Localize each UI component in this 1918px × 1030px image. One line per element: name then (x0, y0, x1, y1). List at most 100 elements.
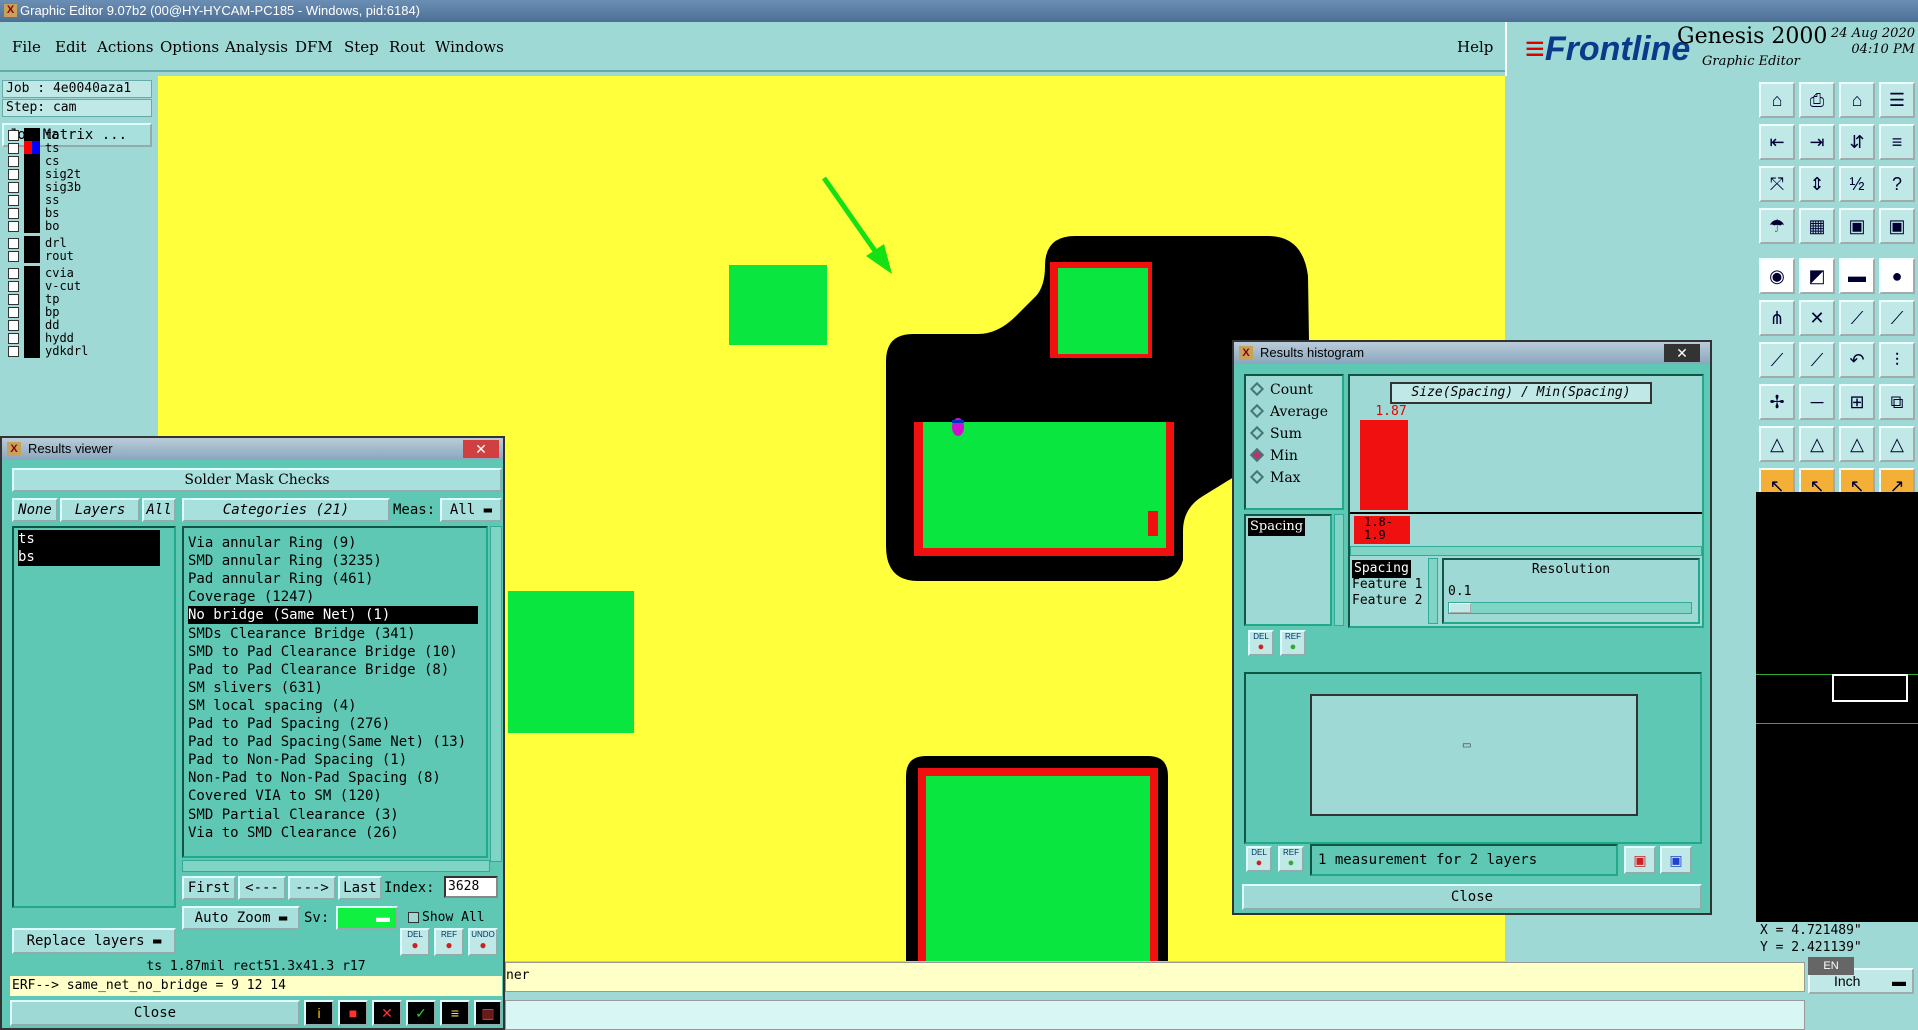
radio-icon[interactable] (1249, 425, 1265, 441)
tool-icon[interactable]: ⤧ (1759, 166, 1795, 202)
resolution-slider[interactable] (1448, 602, 1692, 614)
delete-icon[interactable]: DEL ● (400, 928, 430, 956)
menu-rout[interactable]: Rout (389, 38, 425, 56)
tool-icon[interactable]: △ (1799, 426, 1835, 462)
category-item[interactable]: No bridge (Same Net) (1) (188, 606, 478, 625)
tool-icon[interactable]: ◉ (1759, 258, 1795, 294)
list-item[interactable]: bs (18, 548, 160, 566)
layer-checkbox[interactable] (8, 143, 19, 154)
layer-checkbox[interactable] (8, 346, 19, 357)
tool-icon[interactable]: ▣ (1839, 208, 1875, 244)
layer-row-ss[interactable]: ss (6, 193, 122, 207)
tool-icon[interactable]: ✕ (1799, 300, 1835, 336)
export-chart-icon[interactable]: ▣ (1660, 846, 1692, 874)
report-icon[interactable]: ≡ (440, 1000, 470, 1026)
layer-name[interactable]: drl (42, 236, 124, 250)
layer-checkbox[interactable] (8, 182, 19, 193)
tool-icon[interactable]: ☰ (1879, 82, 1915, 118)
tool-icon[interactable]: ⎙ (1799, 82, 1835, 118)
list-item[interactable]: Spacing (1248, 518, 1306, 536)
layer-checkbox[interactable] (8, 221, 19, 232)
layer-row-bo[interactable]: bo (6, 219, 122, 233)
layer-row-tp[interactable]: tp (6, 292, 122, 306)
undo-icon[interactable]: UNDO ● (468, 928, 498, 956)
first-button[interactable]: First (182, 876, 236, 900)
tool-icon[interactable]: ⋔ (1759, 300, 1795, 336)
menu-help[interactable]: Help (1457, 38, 1493, 56)
chart-scrollbar[interactable] (1350, 546, 1702, 556)
layer-name[interactable]: sig3b (42, 180, 124, 194)
category-item[interactable]: Pad to Pad Spacing(Same Net) (13) (188, 733, 478, 751)
tool-icon[interactable]: ▦ (1799, 208, 1835, 244)
radio-sum[interactable]: Sum (1249, 425, 1302, 442)
tool-icon[interactable]: ◩ (1799, 258, 1835, 294)
measure-list[interactable]: Spacing (1244, 514, 1332, 626)
menu-actions[interactable]: Actions (97, 38, 153, 56)
layer-name[interactable]: hydd (42, 331, 124, 345)
layer-row-drl[interactable]: drl (6, 236, 122, 250)
attribute-scrollbar[interactable] (1428, 558, 1438, 624)
layer-name[interactable]: ts (42, 141, 124, 155)
category-item[interactable]: SMD annular Ring (3235) (188, 552, 478, 570)
layer-swatch[interactable] (24, 219, 40, 233)
menu-dfm[interactable]: DFM (295, 38, 333, 56)
menu-step[interactable]: Step (344, 38, 379, 56)
minimap-viewport[interactable] (1832, 674, 1908, 702)
layer-swatch[interactable] (24, 266, 40, 280)
layer-swatch[interactable] (24, 292, 40, 306)
layer-row-dd[interactable]: dd (6, 318, 122, 332)
tool-icon[interactable]: △ (1879, 426, 1915, 462)
layer-name[interactable]: tp (42, 292, 124, 306)
radio-average[interactable]: Average (1249, 403, 1328, 420)
category-item[interactable]: Pad to Pad Spacing (276) (188, 715, 478, 733)
layer-swatch[interactable] (24, 141, 40, 155)
menu-options[interactable]: Options (160, 38, 219, 56)
tool-icon[interactable]: △ (1839, 426, 1875, 462)
layer-checkbox[interactable] (8, 251, 19, 262)
index-input[interactable]: 3628 (444, 876, 498, 898)
layer-row-ydkdrl[interactable]: ydkdrl (6, 344, 122, 358)
layer-name[interactable]: cs (42, 154, 124, 168)
layer-checkbox[interactable] (8, 268, 19, 279)
tool-icon[interactable]: ? (1879, 166, 1915, 202)
layer-swatch[interactable] (24, 279, 40, 293)
tool-icon[interactable]: ⟋ (1879, 300, 1915, 336)
chart-icon[interactable]: ▥ (474, 1000, 502, 1026)
radio-icon[interactable] (1249, 381, 1265, 397)
command-line[interactable] (505, 1000, 1805, 1030)
layer-swatch[interactable] (24, 128, 40, 142)
layer-row-rout[interactable]: rout (6, 249, 122, 263)
layer-row-hydd[interactable]: hydd (6, 331, 122, 345)
category-item[interactable]: SM local spacing (4) (188, 697, 478, 715)
layer-checkbox[interactable] (8, 307, 19, 318)
layer-row-sig3b[interactable]: sig3b (6, 180, 122, 194)
layer-swatch[interactable] (24, 154, 40, 168)
all-button[interactable]: All (142, 498, 176, 522)
layer-name[interactable]: v-cut (42, 279, 124, 293)
tool-icon[interactable]: ▬ (1839, 258, 1875, 294)
stop-icon[interactable]: ■ (338, 1000, 368, 1026)
tool-icon[interactable]: ▣ (1879, 208, 1915, 244)
layer-checkbox[interactable] (8, 195, 19, 206)
category-item[interactable]: SM slivers (631) (188, 679, 478, 697)
info-icon[interactable]: i (304, 1000, 334, 1026)
layer-name[interactable]: sig2t (42, 167, 124, 181)
layer-checkbox[interactable] (8, 294, 19, 305)
layer-checkbox[interactable] (8, 130, 19, 141)
layer-checkbox[interactable] (8, 208, 19, 219)
refresh-icon[interactable]: REF ● (1278, 846, 1304, 872)
layer-row-ts[interactable]: ts (6, 141, 122, 155)
tool-icon[interactable]: ⟋ (1799, 342, 1835, 378)
layer-swatch[interactable] (24, 249, 40, 263)
layer-checkbox[interactable] (8, 281, 19, 292)
layer-name[interactable]: to (42, 128, 124, 142)
layer-checkbox[interactable] (8, 320, 19, 331)
radio-min[interactable]: Min (1249, 447, 1298, 464)
cross-icon[interactable]: ✕ (372, 1000, 402, 1026)
minimap[interactable] (1756, 492, 1918, 922)
category-item[interactable]: SMD Partial Clearance (3) (188, 806, 478, 824)
menu-windows[interactable]: Windows (435, 38, 504, 56)
categories-button[interactable]: Categories (21) (182, 498, 390, 522)
layer-row-v-cut[interactable]: v-cut (6, 279, 122, 293)
layer-name[interactable]: cvia (42, 266, 124, 280)
